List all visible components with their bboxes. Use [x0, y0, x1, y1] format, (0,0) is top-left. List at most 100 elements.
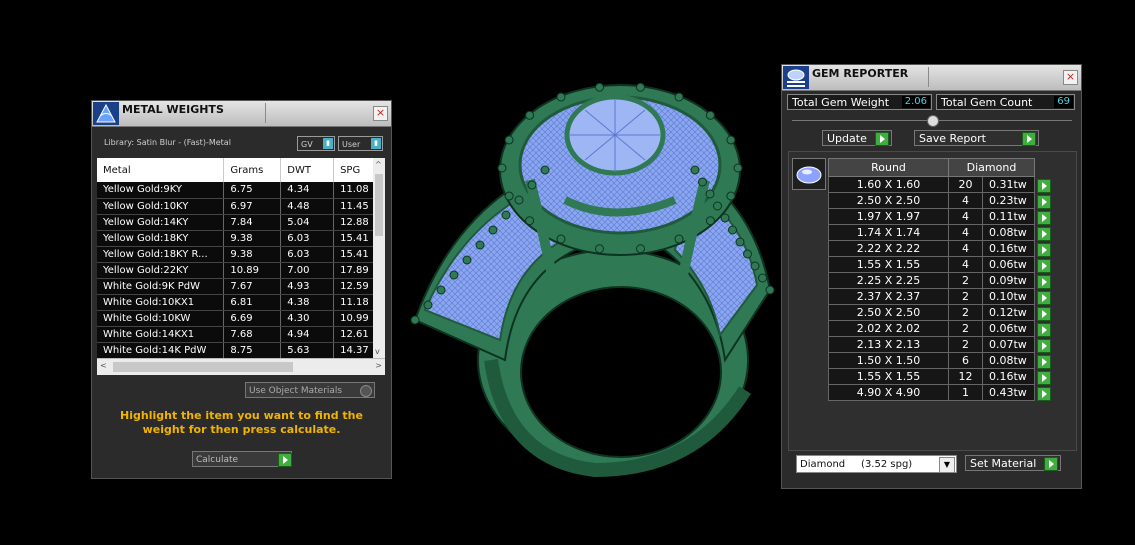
col-grams[interactable]: Grams — [223, 158, 282, 182]
calculate-dropdown[interactable]: Calculate — [192, 451, 292, 467]
gem-row[interactable]: 2.37 X 2.37 2 0.10tw — [828, 288, 1052, 305]
gem-row[interactable]: 2.02 X 2.02 2 0.06tw — [828, 320, 1052, 337]
gem-row-select[interactable] — [1034, 320, 1052, 337]
gem-row[interactable]: 1.55 X 1.55 12 0.16tw — [828, 368, 1052, 385]
gem-row-select[interactable] — [1034, 192, 1052, 209]
gem-row-select[interactable] — [1034, 272, 1052, 289]
gem-row[interactable]: 2.50 X 2.50 2 0.12tw — [828, 304, 1052, 321]
metal-weights-panel: METAL WEIGHTS × Library: Satin Blur - (F… — [91, 100, 392, 479]
table-row[interactable]: Yellow Gold:18KY 9.38 6.03 15.41 — [97, 230, 385, 247]
gem-row[interactable]: 2.13 X 2.13 2 0.07tw — [828, 336, 1052, 353]
ring-3d-viewport[interactable] — [395, 60, 775, 510]
gem-row[interactable]: 1.50 X 1.50 6 0.08tw — [828, 352, 1052, 369]
metal-name-cell: White Gold:10KX1 — [97, 294, 225, 311]
table-row[interactable]: White Gold:9K PdW 7.67 4.93 12.59 — [97, 278, 385, 295]
gem-row-select[interactable] — [1034, 352, 1052, 369]
gem-count-cell: 4 — [948, 192, 983, 209]
total-gem-count-label: Total Gem Count — [941, 96, 1033, 109]
select-gem-button[interactable] — [1037, 370, 1051, 385]
table-row[interactable]: Yellow Gold:10KY 6.97 4.48 11.45 — [97, 198, 385, 215]
table-row[interactable]: Yellow Gold:22KY 10.89 7.00 17.89 — [97, 262, 385, 279]
select-gem-button[interactable] — [1037, 178, 1051, 193]
metal-table-vscroll[interactable]: ^ v — [373, 158, 385, 358]
gv-dropdown-label: GV — [301, 140, 313, 149]
gem-row-select[interactable] — [1034, 336, 1052, 353]
gv-dropdown[interactable]: GV ▮ — [297, 136, 335, 151]
close-icon[interactable]: × — [1063, 70, 1078, 85]
table-row[interactable]: Yellow Gold:18KY R... 9.38 6.03 15.41 — [97, 246, 385, 263]
prong — [504, 191, 514, 201]
gem-row[interactable]: 1.60 X 1.60 20 0.31tw — [828, 176, 1052, 193]
table-row[interactable]: White Gold:14K PdW 8.75 5.63 14.37 — [97, 342, 385, 358]
metal-weights-titlebar[interactable]: METAL WEIGHTS × — [92, 101, 391, 127]
material-select[interactable]: Diamond (3.52 spg) ▼ — [796, 455, 957, 473]
select-gem-button[interactable] — [1037, 242, 1051, 257]
gem-row[interactable]: 2.25 X 2.25 2 0.09tw — [828, 272, 1052, 289]
gem-row-select[interactable] — [1034, 224, 1052, 241]
user-dropdown[interactable]: User ▮ — [338, 136, 383, 151]
gem-row-select[interactable] — [1034, 208, 1052, 225]
gem-row-select[interactable] — [1034, 384, 1052, 401]
select-gem-button[interactable] — [1037, 322, 1051, 337]
scroll-left-icon[interactable]: < — [100, 361, 107, 370]
select-gem-button[interactable] — [1037, 338, 1051, 353]
grams-cell: 9.38 — [223, 230, 282, 247]
gem-row[interactable]: 2.22 X 2.22 4 0.16tw — [828, 240, 1052, 257]
select-gem-button[interactable] — [1037, 210, 1051, 225]
total-gem-count-value: 69 — [1054, 96, 1073, 108]
gem-count-cell: 20 — [948, 176, 983, 193]
hscroll-thumb[interactable] — [113, 362, 293, 372]
set-material-button[interactable]: Set Material — [965, 455, 1061, 471]
gem-table-header: Round Diamond — [828, 158, 1052, 177]
select-gem-button[interactable] — [1037, 290, 1051, 305]
col-dwt[interactable]: DWT — [280, 158, 335, 182]
table-row[interactable]: Yellow Gold:14KY 7.84 5.04 12.88 — [97, 214, 385, 231]
select-gem-button[interactable] — [1037, 258, 1051, 273]
select-gem-button[interactable] — [1037, 226, 1051, 241]
calculate-label: Calculate — [196, 455, 239, 465]
save-report-button[interactable]: Save Report — [914, 130, 1039, 146]
table-row[interactable]: White Gold:10KW 6.69 4.30 10.99 — [97, 310, 385, 327]
prong — [705, 216, 715, 226]
prong — [423, 300, 433, 310]
metal-table-hscroll[interactable]: < > — [97, 358, 385, 375]
update-button[interactable]: Update — [822, 130, 892, 146]
scroll-up-icon[interactable]: ^ — [375, 160, 382, 169]
dwt-cell: 4.38 — [280, 294, 335, 311]
gem-weight-cell: 0.08tw — [982, 352, 1035, 369]
table-row[interactable]: Yellow Gold:9KY 6.75 4.34 11.08 — [97, 182, 385, 199]
col-metal[interactable]: Metal — [97, 158, 225, 182]
gem-row[interactable]: 2.50 X 2.50 4 0.23tw — [828, 192, 1052, 209]
gem-row-select[interactable] — [1034, 240, 1052, 257]
round-gem-thumbnail[interactable] — [792, 158, 826, 190]
select-gem-button[interactable] — [1037, 306, 1051, 321]
use-object-materials-toggle[interactable]: Use Object Materials — [245, 382, 375, 398]
gem-row-select[interactable] — [1034, 288, 1052, 305]
calculate-button[interactable] — [278, 453, 292, 467]
gem-row-select[interactable] — [1034, 368, 1052, 385]
scroll-down-icon[interactable]: v — [375, 347, 380, 356]
gem-row[interactable]: 1.97 X 1.97 4 0.11tw — [828, 208, 1052, 225]
prong — [410, 315, 420, 325]
gem-weight-cell: 0.43tw — [982, 384, 1035, 401]
slider-knob[interactable] — [927, 115, 939, 127]
select-gem-button[interactable] — [1037, 194, 1051, 209]
prong — [501, 210, 511, 220]
vscroll-thumb[interactable] — [375, 174, 383, 236]
close-icon[interactable]: × — [373, 106, 388, 121]
prong — [674, 92, 684, 102]
gem-row[interactable]: 4.90 X 4.90 1 0.43tw — [828, 384, 1052, 401]
select-gem-button[interactable] — [1037, 386, 1051, 401]
gem-reporter-titlebar[interactable]: GEM REPORTER × — [782, 65, 1081, 91]
gem-row-select[interactable] — [1034, 256, 1052, 273]
gem-row[interactable]: 1.74 X 1.74 4 0.08tw — [828, 224, 1052, 241]
select-gem-button[interactable] — [1037, 274, 1051, 289]
gem-reporter-icon — [783, 66, 809, 89]
table-row[interactable]: White Gold:14KX1 7.68 4.94 12.61 — [97, 326, 385, 343]
table-row[interactable]: White Gold:10KX1 6.81 4.38 11.18 — [97, 294, 385, 311]
gem-row[interactable]: 1.55 X 1.55 4 0.06tw — [828, 256, 1052, 273]
scroll-right-icon[interactable]: > — [375, 361, 382, 370]
gem-row-select[interactable] — [1034, 176, 1052, 193]
select-gem-button[interactable] — [1037, 354, 1051, 369]
gem-row-select[interactable] — [1034, 304, 1052, 321]
